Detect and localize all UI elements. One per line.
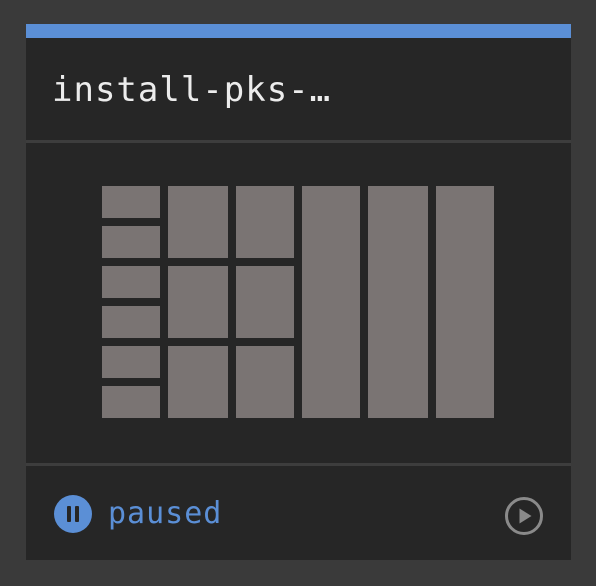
- pane: [302, 186, 360, 418]
- pane: [168, 186, 228, 258]
- pane: [102, 346, 160, 378]
- pane: [368, 186, 428, 418]
- pane: [236, 266, 294, 338]
- layout-preview-thumbnail: [102, 186, 494, 418]
- pane: [102, 266, 160, 298]
- accent-bar: [26, 24, 571, 38]
- pause-icon: [54, 495, 92, 533]
- pane: [102, 226, 160, 258]
- card-header: install-pks-…: [26, 38, 571, 143]
- pane: [236, 346, 294, 418]
- layout-preview-area: [26, 143, 571, 466]
- pane: [168, 266, 228, 338]
- pane: [102, 306, 160, 338]
- pane: [236, 186, 294, 258]
- pane: [436, 186, 494, 418]
- session-title: install-pks-…: [52, 70, 332, 110]
- card-footer: paused: [26, 466, 571, 560]
- status-label: paused: [108, 496, 223, 531]
- pane: [168, 346, 228, 418]
- session-card[interactable]: install-pks-… paused: [26, 24, 571, 560]
- play-icon[interactable]: [504, 496, 544, 536]
- status-indicator: paused: [54, 495, 222, 533]
- pane: [102, 386, 160, 418]
- pane: [102, 186, 160, 218]
